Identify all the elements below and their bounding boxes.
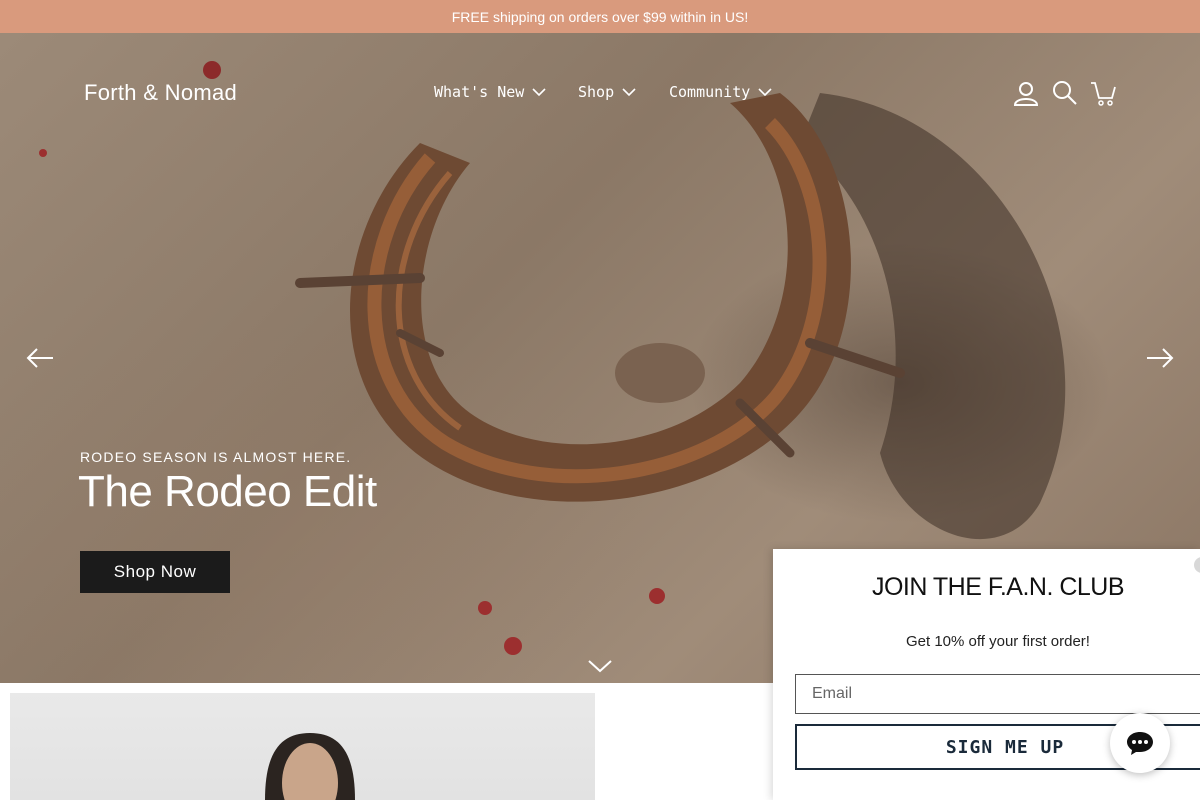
- nav-label: Shop: [578, 83, 615, 101]
- arrow-left-icon[interactable]: [25, 343, 55, 373]
- search-icon[interactable]: [1052, 80, 1078, 106]
- site-logo[interactable]: Forth & Nomad: [84, 80, 237, 106]
- popup-title: JOIN THE F.A.N. CLUB: [871, 573, 1125, 601]
- chat-button[interactable]: [1110, 713, 1170, 773]
- chat-bubble-icon: [1127, 732, 1153, 755]
- chevron-down-icon: [758, 88, 772, 97]
- shop-now-button[interactable]: Shop Now: [80, 551, 230, 593]
- product-image[interactable]: [10, 693, 595, 800]
- nav-item-community[interactable]: Community: [669, 83, 772, 101]
- nav-label: Community: [669, 83, 751, 101]
- announcement-text: FREE shipping on orders over $99 within …: [451, 8, 749, 25]
- nav-item-whats-new[interactable]: What's New: [434, 83, 546, 101]
- arrow-right-icon[interactable]: [1145, 343, 1175, 373]
- account-icon[interactable]: [1013, 80, 1039, 106]
- email-field[interactable]: [795, 674, 1200, 714]
- chevron-down-icon: [622, 88, 636, 97]
- announcement-bar: FREE shipping on orders over $99 within …: [0, 0, 1200, 33]
- hero-headline: The Rodeo Edit: [78, 467, 377, 516]
- chevron-down-icon[interactable]: [588, 658, 612, 674]
- chevron-down-icon: [532, 88, 546, 97]
- nav-item-shop[interactable]: Shop: [578, 83, 636, 101]
- model-photo: [265, 733, 355, 800]
- close-icon[interactable]: [1194, 557, 1200, 573]
- cart-icon[interactable]: [1090, 80, 1116, 106]
- popup-subtitle: Get 10% off your first order!: [906, 633, 1090, 650]
- nav-label: What's New: [434, 83, 525, 101]
- hero-eyebrow: RODEO SEASON IS ALMOST HERE.: [80, 449, 352, 465]
